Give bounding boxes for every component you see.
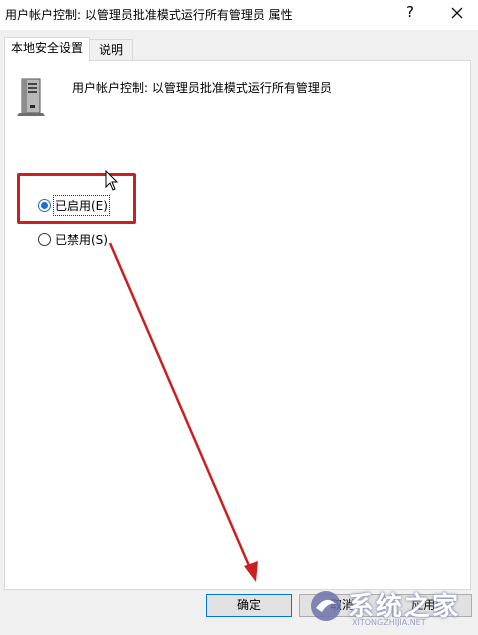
enabled-label[interactable]: 已启用(E) bbox=[53, 194, 110, 216]
dialog-body: 本地安全设置 说明 用户帐户控制: 以管理员批准模式运行所有管理员 已启用(E)… bbox=[0, 30, 478, 635]
enabled-radio[interactable] bbox=[38, 198, 51, 212]
server-tower-icon bbox=[17, 78, 45, 116]
window-title: 用户帐户控制: 以管理员批准模式运行所有管理员 属性 bbox=[5, 8, 293, 22]
disabled-radio-option[interactable]: 已禁用(S) bbox=[38, 230, 108, 248]
cancel-button[interactable]: 取消 bbox=[299, 594, 385, 617]
close-button[interactable] bbox=[440, 0, 474, 26]
tab-panel: 用户帐户控制: 以管理员批准模式运行所有管理员 已启用(E) 已禁用(S) bbox=[4, 60, 471, 590]
tab-local-security-setting[interactable]: 本地安全设置 bbox=[4, 37, 90, 62]
disabled-label[interactable]: 已禁用(S) bbox=[55, 231, 108, 248]
disabled-radio[interactable] bbox=[38, 232, 51, 246]
help-button[interactable]: ? bbox=[398, 0, 422, 26]
tab-explain[interactable]: 说明 bbox=[89, 39, 133, 61]
close-icon bbox=[451, 7, 463, 19]
title-bar: 用户帐户控制: 以管理员批准模式运行所有管理员 属性 ? bbox=[0, 0, 478, 30]
policy-name: 用户帐户控制: 以管理员批准模式运行所有管理员 bbox=[72, 81, 332, 95]
apply-button[interactable]: 应用(A) bbox=[392, 594, 472, 617]
ok-button[interactable]: 确定 bbox=[206, 594, 292, 617]
enabled-radio-option[interactable]: 已启用(E) bbox=[38, 194, 110, 216]
